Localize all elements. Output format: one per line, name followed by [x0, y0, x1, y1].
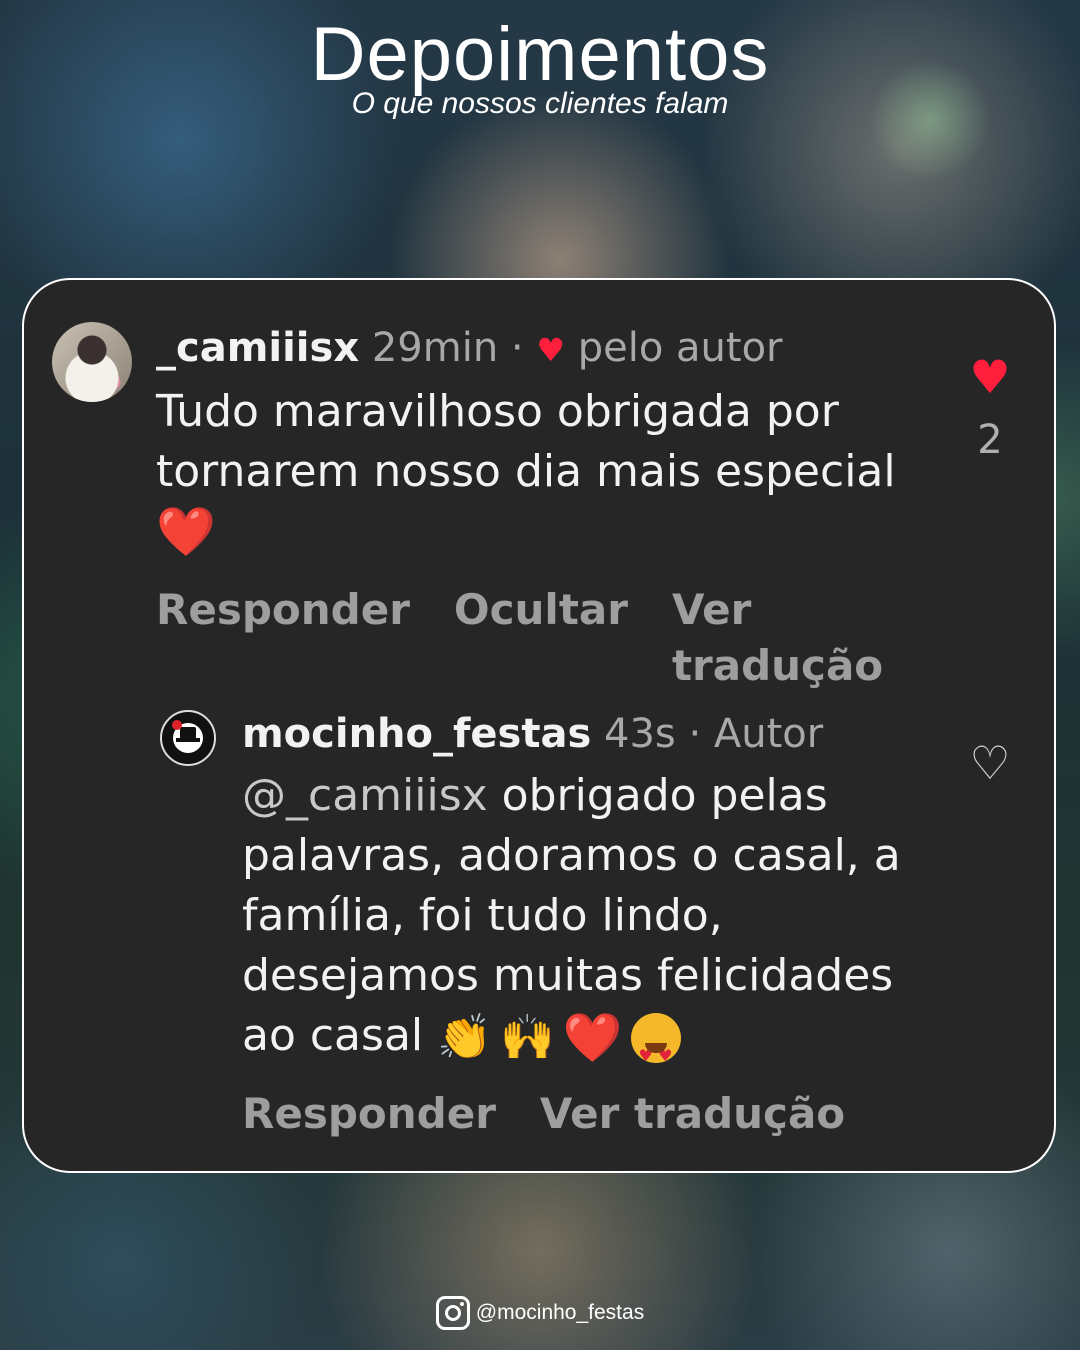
- reply-button[interactable]: Responder: [156, 582, 410, 694]
- instagram-icon: [435, 1296, 470, 1330]
- like-count: 2: [977, 417, 1003, 463]
- comment-time: 29min: [371, 325, 499, 371]
- footer: @mocinho_festas: [0, 1296, 1080, 1330]
- comment-text-content: Tudo maravilhoso obrigada por tornarem n…: [156, 386, 896, 497]
- heart-eyes-emoji: ♥ ♥: [630, 1013, 681, 1065]
- reply-emojis: 👏 🙌 ❤️ ♥ ♥: [437, 1008, 681, 1068]
- red-heart-emoji: ❤️: [156, 504, 216, 560]
- reply-text: @_camiiisx obrigado pelas palavras, ador…: [242, 766, 942, 1068]
- reply: mocinho_festas 43s · Autor @_camiiisx ob…: [242, 706, 942, 1142]
- liked-by-author-heart-icon: ♥: [536, 331, 566, 369]
- comment: _camiiisx 29min · ♥ pelo autor Tudo mara…: [156, 320, 926, 694]
- reply-username[interactable]: mocinho_festas: [242, 711, 591, 757]
- see-translation-button[interactable]: Ver tradução: [540, 1086, 845, 1142]
- comment-text: Tudo maravilhoso obrigada por tornarem n…: [156, 382, 926, 564]
- page-header: Depoimentos O que nossos clientes falam: [0, 10, 1080, 122]
- reply-time: 43s: [604, 711, 676, 757]
- reply-like-heart-outline-icon[interactable]: ♡: [968, 740, 1012, 786]
- commenter-avatar[interactable]: [52, 322, 132, 402]
- replier-avatar[interactable]: [160, 710, 216, 766]
- reply-role-label: · Autor: [688, 711, 824, 757]
- red-heart-emoji: ❤️: [562, 1010, 623, 1066]
- see-translation-button[interactable]: Ver tradução: [672, 582, 926, 694]
- hide-button[interactable]: Ocultar: [454, 582, 628, 694]
- comment-meta: _camiiisx 29min · ♥ pelo autor: [156, 320, 926, 378]
- mention-link[interactable]: @_camiiisx: [242, 770, 488, 821]
- clapping-hands-emoji: 👏: [437, 1012, 492, 1063]
- meta-separator: ·: [510, 325, 524, 371]
- comment-username[interactable]: _camiiisx: [156, 325, 359, 371]
- instagram-handle[interactable]: @mocinho_festas: [476, 1301, 644, 1325]
- reply-button[interactable]: Responder: [242, 1086, 496, 1142]
- raising-hands-emoji: 🙌: [499, 1012, 555, 1063]
- comment-actions: Responder Ocultar Ver tradução: [156, 582, 926, 694]
- page-subtitle: O que nossos clientes falam: [351, 87, 729, 120]
- reply-meta: mocinho_festas 43s · Autor: [242, 706, 942, 762]
- logo-red-dot: [172, 720, 182, 730]
- like-heart-icon[interactable]: ♥: [968, 354, 1012, 400]
- comment-like: ♥ 2: [968, 354, 1012, 464]
- comment-card: _camiiisx 29min · ♥ pelo autor Tudo mara…: [22, 278, 1056, 1173]
- reply-actions: Responder Ver tradução: [242, 1086, 942, 1142]
- liked-by-author-label: pelo autor: [577, 325, 783, 371]
